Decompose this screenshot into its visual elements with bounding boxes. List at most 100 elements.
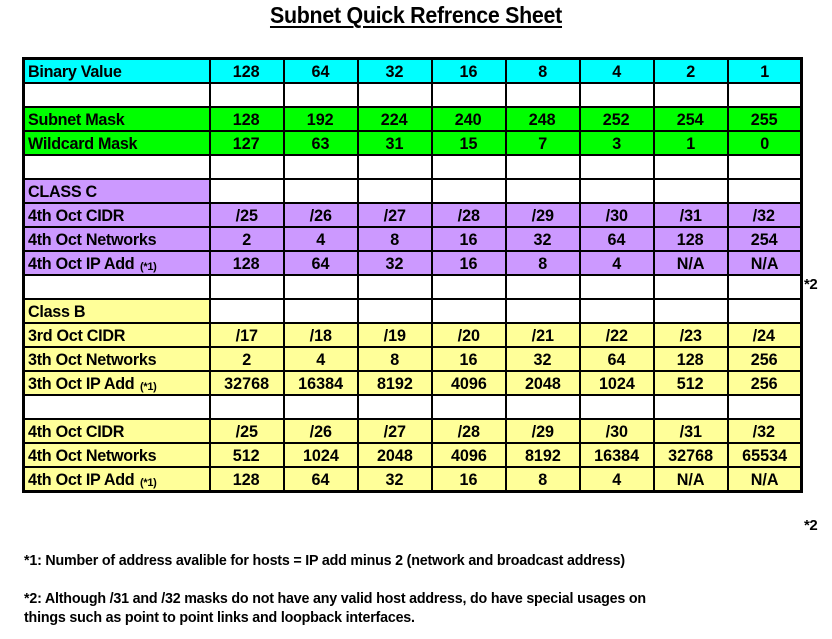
cell-subnet-mask-col8: 255 bbox=[726, 106, 803, 132]
cell-value: 8 bbox=[390, 349, 399, 369]
row-label-class-b-3th-oct-ip-add: 3th Oct IP Add (*1) bbox=[22, 370, 211, 396]
cell-value: /19 bbox=[383, 325, 406, 345]
cell-class-c-header-col4 bbox=[430, 178, 507, 204]
cell-value: 4 bbox=[612, 469, 621, 489]
cell-class-b-4th-oct-cidr-col4: /28 bbox=[430, 418, 507, 444]
cell-wildcard-mask-col6: 3 bbox=[578, 130, 655, 156]
cell-subnet-mask-col2: 192 bbox=[282, 106, 359, 132]
cell-value: 128 bbox=[233, 253, 260, 273]
row-label-text: 3th Oct Networks bbox=[28, 349, 157, 369]
cell-value: 4 bbox=[612, 253, 621, 273]
cell-spacer-4-col2 bbox=[282, 394, 359, 420]
cell-class-b-3th-oct-networks-col6: 64 bbox=[578, 346, 655, 372]
cell-value: /30 bbox=[605, 205, 628, 225]
cell-class-b-4th-oct-networks-col3: 2048 bbox=[356, 442, 433, 468]
cell-value: 31 bbox=[385, 133, 404, 153]
row-label-class-b-3rd-oct-cidr: 3rd Oct CIDR bbox=[22, 322, 211, 348]
table-row: CLASS C bbox=[22, 178, 803, 204]
cell-subnet-mask-col3: 224 bbox=[356, 106, 433, 132]
cell-spacer-2-col1 bbox=[208, 154, 285, 180]
cell-wildcard-mask-col1: 127 bbox=[208, 130, 285, 156]
cell-value: 2048 bbox=[376, 445, 413, 465]
cell-value: N/A bbox=[750, 253, 779, 273]
cell-value: /26 bbox=[309, 205, 332, 225]
cell-spacer-3-col3 bbox=[356, 274, 433, 300]
cell-value: 63 bbox=[311, 133, 330, 153]
cell-value: 32 bbox=[533, 349, 552, 369]
cell-class-b-3rd-oct-cidr-col5: /21 bbox=[504, 322, 581, 348]
cell-value: 2 bbox=[242, 229, 251, 249]
cell-class-b-4th-oct-cidr-col5: /29 bbox=[504, 418, 581, 444]
cell-spacer-2-col7 bbox=[652, 154, 729, 180]
cell-subnet-mask-col7: 254 bbox=[652, 106, 729, 132]
cell-class-c-4th-oct-cidr-col6: /30 bbox=[578, 202, 655, 228]
cell-value: /26 bbox=[309, 421, 332, 441]
cell-value: 254 bbox=[750, 229, 778, 249]
cell-class-c-4th-oct-networks-col5: 32 bbox=[504, 226, 581, 252]
cell-value: 255 bbox=[750, 109, 778, 129]
cell-class-b-4th-oct-cidr-col2: /26 bbox=[282, 418, 359, 444]
cell-value: N/A bbox=[750, 469, 779, 489]
cell-class-b-4th-oct-networks-col7: 32768 bbox=[652, 442, 729, 468]
cell-class-b-3th-oct-ip-add-col1: 32768 bbox=[208, 370, 285, 396]
cell-value: 32 bbox=[385, 61, 404, 81]
cell-class-c-4th-oct-cidr-col3: /27 bbox=[356, 202, 433, 228]
cell-value: /17 bbox=[235, 325, 258, 345]
footnote-1-text: *1: Number of address avalible for hosts… bbox=[24, 552, 625, 569]
row-label-text: 4th Oct IP Add bbox=[28, 469, 135, 489]
cell-value: 64 bbox=[607, 349, 626, 369]
row-label-spacer-1 bbox=[22, 82, 211, 108]
cell-value: /29 bbox=[531, 205, 554, 225]
cell-class-b-3th-oct-networks-col7: 128 bbox=[652, 346, 729, 372]
cell-spacer-3-col1 bbox=[208, 274, 285, 300]
cell-class-c-4th-oct-cidr-col5: /29 bbox=[504, 202, 581, 228]
cell-value: 128 bbox=[233, 61, 260, 81]
cell-spacer-2-col3 bbox=[356, 154, 433, 180]
cell-value: /24 bbox=[753, 325, 776, 345]
table-row bbox=[22, 82, 803, 108]
cell-class-b-3th-oct-ip-add-col5: 2048 bbox=[504, 370, 581, 396]
cell-value: 256 bbox=[750, 373, 778, 393]
cell-class-c-header-col8 bbox=[726, 178, 803, 204]
cell-class-b-3th-oct-ip-add-col6: 1024 bbox=[578, 370, 655, 396]
cell-value: 15 bbox=[459, 133, 478, 153]
table-row: 4th Oct Networks 512 1024 2048 4096 8192 16384… bbox=[22, 442, 803, 468]
cell-binary-value-col3: 32 bbox=[356, 57, 433, 84]
cell-class-b-3th-oct-networks-col1: 2 bbox=[208, 346, 285, 372]
subnet-reference-table: Binary Value 128 64 32 16 8 4 2 1 Subnet Mask 128 1… bbox=[22, 57, 803, 493]
cell-value: /22 bbox=[605, 325, 628, 345]
row-label-wildcard-mask: Wildcard Mask bbox=[22, 130, 211, 156]
cell-value: 64 bbox=[607, 229, 626, 249]
row-label-spacer-2 bbox=[22, 154, 211, 180]
cell-spacer-2-col8 bbox=[726, 154, 803, 180]
cell-class-b-3th-oct-ip-add-col4: 4096 bbox=[430, 370, 507, 396]
cell-class-b-4th-oct-networks-col5: 8192 bbox=[504, 442, 581, 468]
cell-class-b-4th-oct-ip-add-col7: N/A bbox=[652, 466, 729, 493]
cell-class-b-3rd-oct-cidr-col8: /24 bbox=[726, 322, 803, 348]
cell-class-b-header-col3 bbox=[356, 298, 433, 324]
cell-class-c-4th-oct-cidr-col4: /28 bbox=[430, 202, 507, 228]
cell-class-b-4th-oct-ip-add-col6: 4 bbox=[578, 466, 655, 493]
cell-value: /29 bbox=[531, 421, 554, 441]
cell-subnet-mask-col5: 248 bbox=[504, 106, 581, 132]
cell-class-c-4th-oct-cidr-col8: /32 bbox=[726, 202, 803, 228]
row-label-footnote-ref: (*1) bbox=[139, 260, 157, 273]
cell-value: /21 bbox=[531, 325, 554, 345]
cell-value: 4096 bbox=[450, 373, 487, 393]
cell-value: 4 bbox=[316, 229, 325, 249]
cell-value: /31 bbox=[679, 421, 702, 441]
table-row: 3rd Oct CIDR/17/18/19/20/21/22/23/24 bbox=[22, 322, 803, 348]
cell-class-c-4th-oct-ip-add-col8: N/A bbox=[726, 250, 803, 276]
cell-value: /23 bbox=[679, 325, 702, 345]
cell-value: 64 bbox=[311, 253, 330, 273]
cell-class-b-header-col5 bbox=[504, 298, 581, 324]
cell-value: /18 bbox=[309, 325, 332, 345]
cell-binary-value-col8: 1 bbox=[726, 57, 803, 84]
cell-wildcard-mask-col7: 1 bbox=[652, 130, 729, 156]
cell-class-b-4th-oct-ip-add-col1: 128 bbox=[208, 466, 285, 493]
cell-class-b-3th-oct-networks-col5: 32 bbox=[504, 346, 581, 372]
cell-binary-value-col2: 64 bbox=[282, 57, 359, 84]
cell-spacer-3-col8 bbox=[726, 274, 803, 300]
page-title: Subnet Quick Refrence Sheet bbox=[269, 2, 563, 28]
cell-class-b-3rd-oct-cidr-col4: /20 bbox=[430, 322, 507, 348]
